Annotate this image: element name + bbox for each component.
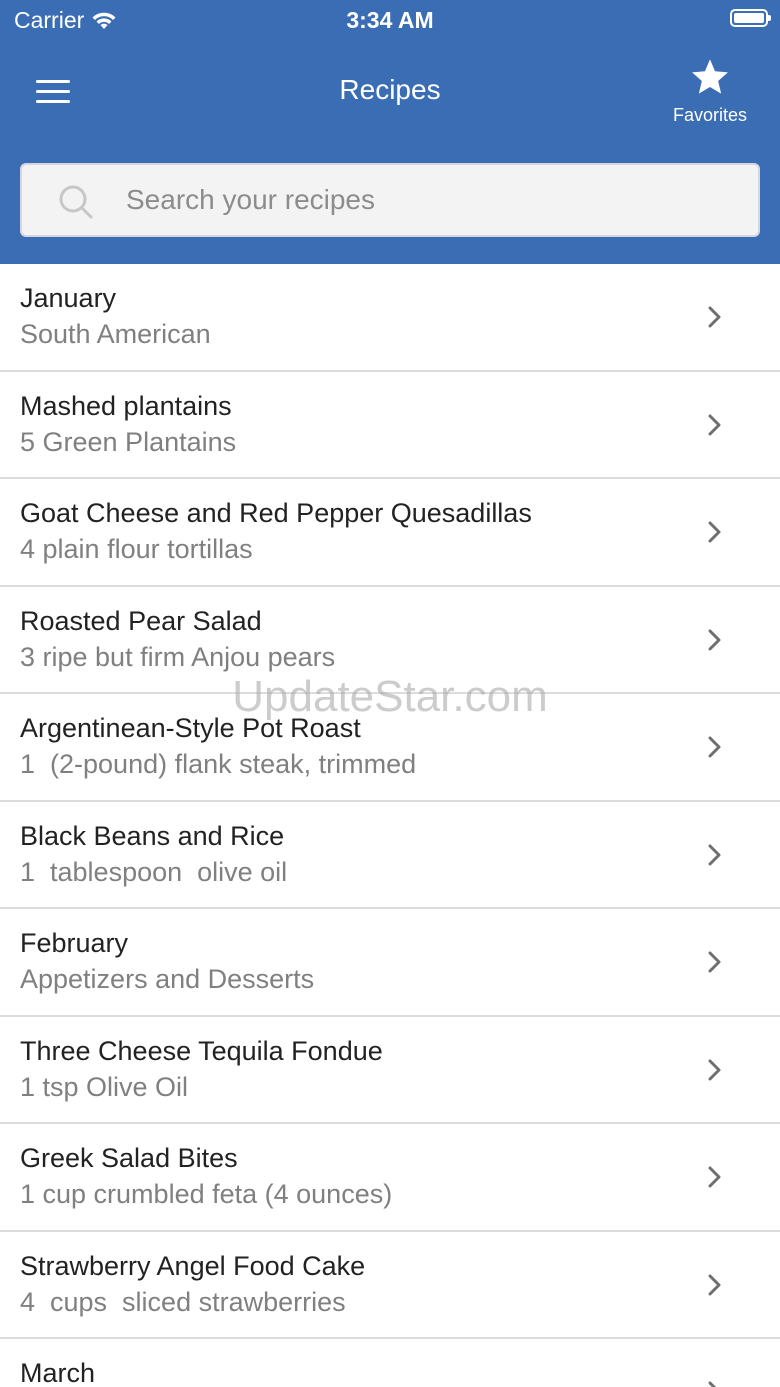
recipe-subtitle: 4 cups sliced strawberries <box>20 1286 346 1317</box>
recipe-title: Three Cheese Tequila Fondue <box>20 1035 383 1066</box>
recipe-subtitle: 3 ripe but firm Anjou pears <box>20 641 336 672</box>
recipe-subtitle: 1 (2-pound) flank steak, trimmed <box>20 749 417 779</box>
favorites-button[interactable]: Favorites <box>660 58 760 128</box>
recipe-row[interactable]: Roasted Pear Salad 3 ripe but firm Anjou … <box>0 587 780 694</box>
chevron-right-icon <box>708 414 721 435</box>
recipe-row[interactable]: Greek Salad Bites 1 cup crumbled feta (4 … <box>0 1124 780 1232</box>
chevron-right-icon <box>708 736 721 758</box>
search-bar[interactable] <box>20 163 760 237</box>
recipe-list: January South American Mashed plantains 5 G… <box>0 264 780 1387</box>
recipe-subtitle: Appetizers and Desserts <box>20 964 315 994</box>
recipe-row[interactable]: February Appetizers and Desserts <box>0 909 780 1017</box>
recipe-title: Mashed plantains <box>20 390 232 421</box>
recipe-row[interactable]: January South American <box>0 264 780 372</box>
chevron-right-icon <box>708 306 721 328</box>
chevron-right-icon <box>708 629 721 650</box>
recipe-subtitle: 5 Green Plantains <box>20 426 237 457</box>
recipe-row[interactable]: Black Beans and Rice 1 tablespoon olive o… <box>0 802 780 909</box>
recipe-subtitle: South American <box>20 319 211 349</box>
search-icon <box>59 185 93 219</box>
recipe-title: Goat Cheese and Red Pepper Quesadillas <box>20 498 532 528</box>
chevron-right-icon <box>708 1381 717 1387</box>
chevron-right-icon <box>708 1166 721 1188</box>
chevron-right-icon <box>708 844 721 865</box>
recipe-title: Argentinean-Style Pot Roast <box>20 713 361 743</box>
status-bar: Carrier 3:34 AM <box>0 0 780 40</box>
chevron-right-icon <box>708 521 721 543</box>
recipe-title: February <box>20 928 129 958</box>
recipe-row[interactable]: Strawberry Angel Food Cake 4 cups sliced … <box>0 1232 780 1339</box>
star-icon <box>692 59 728 94</box>
navigation-header: Carrier 3:34 AM Recipes Favorites <box>0 0 780 264</box>
recipe-title: March <box>20 1358 96 1387</box>
recipe-row[interactable]: Goat Cheese and Red Pepper Quesadillas 4 … <box>0 479 780 587</box>
recipe-row[interactable]: March <box>0 1339 780 1387</box>
recipe-row[interactable]: Mashed plantains 5 Green Plantains <box>0 372 780 479</box>
recipe-subtitle: 1 tablespoon olive oil <box>20 856 288 887</box>
status-time: 3:34 AM <box>346 7 434 33</box>
battery-icon <box>730 9 771 27</box>
chevron-right-icon <box>708 951 721 973</box>
recipe-subtitle: 1 tsp Olive Oil <box>20 1071 189 1102</box>
recipe-title: Roasted Pear Salad <box>20 605 262 636</box>
chevron-right-icon <box>708 1274 721 1295</box>
recipe-row[interactable]: Argentinean-Style Pot Roast 1 (2-pound) f… <box>0 694 780 802</box>
recipe-title: Greek Salad Bites <box>20 1143 238 1173</box>
recipe-title: January <box>20 283 117 313</box>
recipe-row[interactable]: Three Cheese Tequila Fondue 1 tsp Olive O… <box>0 1017 780 1124</box>
chevron-right-icon <box>708 1059 721 1080</box>
favorites-label: Favorites <box>672 105 748 125</box>
recipe-subtitle: 1 cup crumbled feta (4 ounces) <box>20 1179 393 1209</box>
search-input[interactable] <box>126 165 736 235</box>
recipe-subtitle: 4 plain flour tortillas <box>20 534 253 564</box>
recipe-title: Strawberry Angel Food Cake <box>20 1250 366 1281</box>
recipe-title: Black Beans and Rice <box>20 820 285 851</box>
